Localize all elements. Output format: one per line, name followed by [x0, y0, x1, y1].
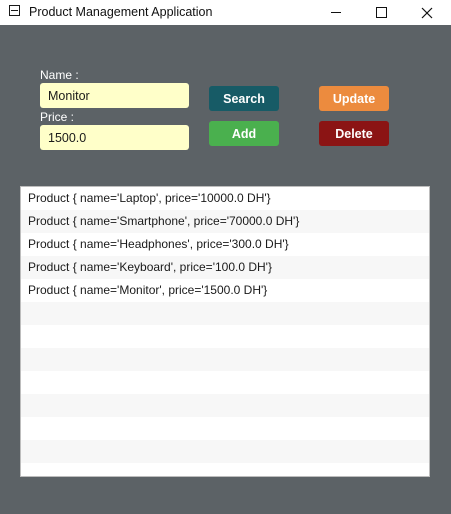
list-item-empty [21, 394, 429, 417]
price-input[interactable] [40, 125, 189, 150]
close-icon [421, 7, 433, 18]
app-window: Product Management Application Name : Pr… [0, 0, 451, 514]
list-item[interactable]: Product { name='Smartphone', price='7000… [21, 210, 429, 233]
list-item-empty [21, 325, 429, 348]
title-bar: Product Management Application [0, 0, 451, 25]
search-button[interactable]: Search [209, 86, 279, 111]
window-title: Product Management Application [29, 5, 213, 19]
close-button[interactable] [404, 0, 450, 25]
list-item-empty [21, 440, 429, 463]
app-window-icon [9, 5, 20, 16]
list-item-empty [21, 348, 429, 371]
delete-button[interactable]: Delete [319, 121, 389, 146]
add-button[interactable]: Add [209, 121, 279, 146]
list-item-empty [21, 302, 429, 325]
maximize-icon [375, 7, 387, 18]
minimize-icon [331, 12, 341, 13]
list-item-empty [21, 371, 429, 394]
name-input[interactable] [40, 83, 189, 108]
list-item[interactable]: Product { name='Monitor', price='1500.0 … [21, 279, 429, 302]
list-item[interactable]: Product { name='Headphones', price='300.… [21, 233, 429, 256]
product-list[interactable]: Product { name='Laptop', price='10000.0 … [20, 186, 430, 477]
list-item-empty [21, 417, 429, 440]
name-label: Name : [40, 68, 79, 82]
minimize-button[interactable] [313, 0, 359, 25]
update-button[interactable]: Update [319, 86, 389, 111]
list-item-empty [21, 463, 429, 476]
maximize-button[interactable] [358, 0, 404, 25]
list-item[interactable]: Product { name='Keyboard', price='100.0 … [21, 256, 429, 279]
list-item[interactable]: Product { name='Laptop', price='10000.0 … [21, 187, 429, 210]
price-label: Price : [40, 110, 75, 124]
